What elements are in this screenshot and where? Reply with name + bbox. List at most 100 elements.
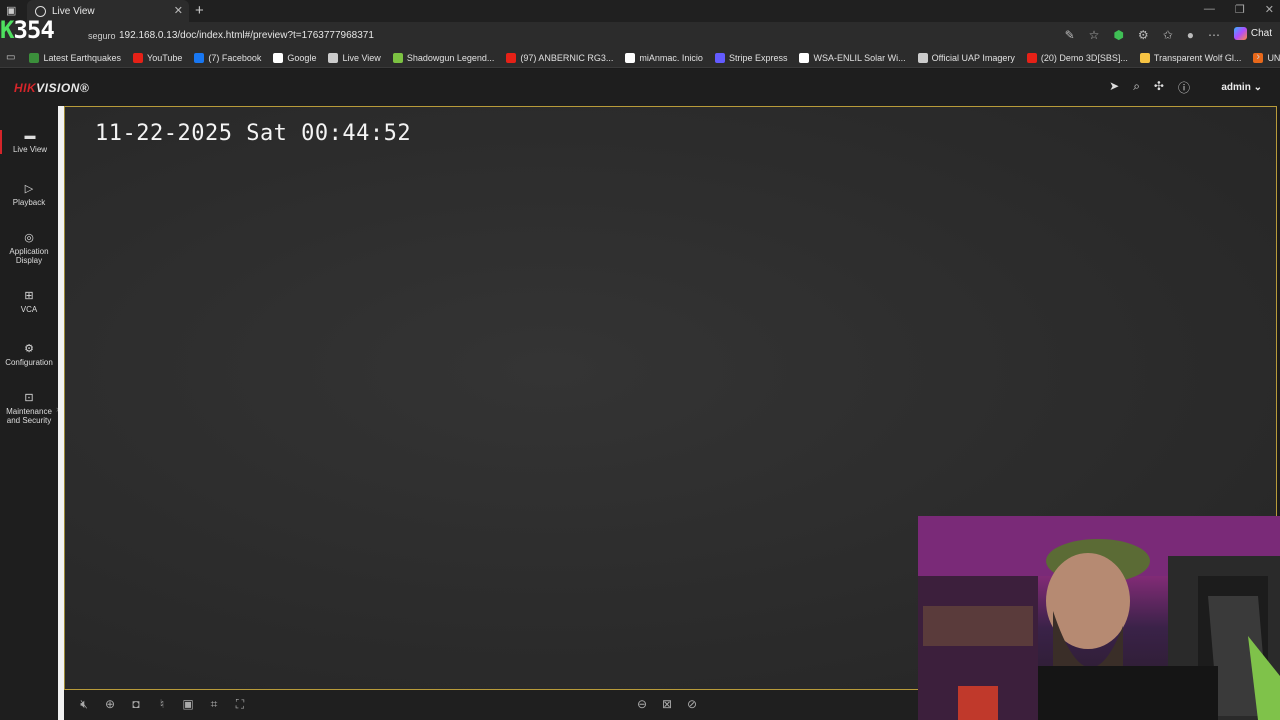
bookmark-label: Official UAP Imagery <box>931 52 1015 63</box>
video-toolbar-center: ⊖ ⊠ ⊘ <box>636 697 698 711</box>
minimize-icon[interactable]: — <box>1204 3 1215 16</box>
bookmark-label: Stripe Express <box>728 52 788 63</box>
bookmark-item[interactable]: Shadowgun Legend... <box>392 52 495 63</box>
nav-item-maintenance-security[interactable]: ⊡ Maintenance and Security <box>0 392 58 425</box>
user-menu[interactable]: admin ⌄ <box>1221 82 1262 93</box>
bookmark-favicon-icon <box>392 52 403 63</box>
streamer-webcam-overlay <box>918 516 1280 720</box>
bookmark-label: YouTube <box>147 52 183 63</box>
nav-item-vca[interactable]: ⊞ VCA <box>0 290 58 314</box>
bookmarks-overflow-icon[interactable]: › <box>1256 51 1260 63</box>
previous-icon[interactable]: ⊖ <box>636 697 648 711</box>
bookmark-label: miAnmac. Inicio <box>639 52 703 63</box>
nav-item-playback[interactable]: ▷ Playback <box>0 183 58 207</box>
stream-counter-overlay: K354 <box>0 16 55 44</box>
send-icon[interactable]: ➤ <box>1109 79 1119 96</box>
chat-label: Chat <box>1250 28 1272 39</box>
tab-favicon-icon <box>35 5 46 17</box>
webcam-image <box>918 516 1280 720</box>
bookmark-favicon-icon <box>625 52 636 63</box>
bookmarks-bar: ▭ Latest Earthquakes YouTube (7) Facebook G… <box>0 48 1280 68</box>
bookmark-item[interactable]: (20) Demo 3D[SBS]... <box>1026 52 1128 63</box>
extensions-icon[interactable]: ⚙ <box>1138 28 1149 42</box>
record-icon[interactable]: ▣ <box>182 697 194 712</box>
bookmark-item[interactable]: Official UAP Imagery <box>917 52 1015 63</box>
bookmark-label: UNIVERSO RETRO... <box>1267 52 1280 63</box>
nav-item-live-view[interactable]: ▬ Live View <box>0 130 58 154</box>
nav-label: Maintenance and Security <box>6 407 52 425</box>
stream-counter-value: 354 <box>13 16 54 44</box>
bookmark-favicon-icon <box>133 52 144 63</box>
bookmark-item[interactable]: Transparent Wolf Gl... <box>1139 52 1242 63</box>
bookmark-item[interactable]: Latest Earthquakes <box>29 52 121 63</box>
info-icon[interactable]: ⓘ <box>1178 79 1190 96</box>
nav-item-configuration[interactable]: ⚙ Configuration <box>0 343 58 367</box>
logo-hik: HIK <box>14 81 37 95</box>
playback-icon: ▷ <box>24 183 34 195</box>
favorites-icon[interactable]: ✩ <box>1163 28 1173 42</box>
vca-icon: ⊞ <box>24 290 34 302</box>
favorite-star-icon[interactable]: ☆ <box>1089 28 1100 42</box>
header-tools: ➤ ⌕ ✣ ⓘ <box>1109 79 1190 96</box>
url-field[interactable]: 192.168.0.13/doc/index.html#/preview?t=1… <box>119 30 374 41</box>
bookmark-favicon-icon <box>917 52 928 63</box>
bookmark-item[interactable]: Stripe Express <box>714 52 788 63</box>
nav-label: Playback <box>12 198 46 207</box>
bookmark-label: Shadowgun Legend... <box>406 52 495 63</box>
new-tab-icon[interactable]: + <box>195 2 204 19</box>
bookmark-favicon-icon <box>714 52 725 63</box>
bookmark-favicon-icon <box>29 52 40 63</box>
focus-icon[interactable]: ⌗ <box>208 697 220 712</box>
logo-reg: ® <box>79 81 90 95</box>
live-view-icon: ▬ <box>24 130 36 142</box>
bookmark-label: (20) Demo 3D[SBS]... <box>1040 52 1128 63</box>
capture-icon[interactable]: ◘ <box>130 697 142 712</box>
bookmark-item[interactable]: (7) Facebook <box>194 52 262 63</box>
app-header: HIKVISION® ➤ ⌕ ✣ ⓘ admin ⌄ <box>0 69 1280 106</box>
nav-label: Live View <box>12 145 48 154</box>
application-display-icon: ◎ <box>24 232 34 244</box>
microphone-icon[interactable]: ♮ <box>156 697 168 712</box>
zoom-icon[interactable]: ⊕ <box>104 697 116 712</box>
bookmark-item[interactable]: miAnmac. Inicio <box>625 52 703 63</box>
window-controls: — ❐ ✕ <box>1204 3 1274 16</box>
tab-title: Live View <box>52 5 95 17</box>
more-menu-icon[interactable]: ⋯ <box>1208 28 1220 42</box>
close-window-icon[interactable]: ✕ <box>1265 3 1274 16</box>
bookmark-item[interactable]: (97) ANBERNIC RG3... <box>506 52 614 63</box>
area-icon[interactable]: ⛶ <box>234 697 246 712</box>
edit-icon[interactable]: ✎ <box>1065 28 1075 42</box>
tab-close-icon[interactable]: ✕ <box>174 4 183 17</box>
bookmark-label: Google <box>287 52 317 63</box>
bookmark-label: Live View <box>342 52 381 63</box>
search-icon[interactable]: ⌕ <box>1133 79 1140 96</box>
osd-timestamp: 11-22-2025 Sat 00:44:52 <box>95 121 412 146</box>
bookmarks-menu-icon[interactable]: ▭ <box>6 52 15 63</box>
bookmark-favicon-icon <box>1026 52 1037 63</box>
layout-icon[interactable]: ⊠ <box>661 697 673 711</box>
bookmark-label: WSA-ENLIL Solar Wi... <box>813 52 906 63</box>
restore-icon[interactable]: ❐ <box>1235 3 1245 16</box>
bookmark-favicon-icon <box>328 52 339 63</box>
bookmark-item[interactable]: YouTube <box>133 52 183 63</box>
user-name: admin <box>1221 82 1251 93</box>
bookmark-label: Transparent Wolf Gl... <box>1153 52 1242 63</box>
mute-icon[interactable]: 🔇︎ <box>78 697 90 712</box>
shield-extension-icon[interactable]: ⬢ <box>1113 28 1123 42</box>
bookmark-item[interactable]: WSA-ENLIL Solar Wi... <box>799 52 906 63</box>
next-icon[interactable]: ⊘ <box>686 697 698 711</box>
browser-tab-bar: ▣ Live View ✕ + — ❐ ✕ <box>0 0 1280 22</box>
copilot-chat-button[interactable]: Chat <box>1233 27 1272 40</box>
bookmark-favicon-icon <box>506 52 517 63</box>
stream-counter-prefix: K <box>0 16 14 44</box>
bookmark-item[interactable]: Google <box>273 52 317 63</box>
bookmark-favicon-icon <box>1139 52 1150 63</box>
bookmark-label: (7) Facebook <box>208 52 262 63</box>
puzzle-icon[interactable]: ✣ <box>1154 79 1164 96</box>
bookmark-label: (97) ANBERNIC RG3... <box>520 52 614 63</box>
insecure-label[interactable]: seguro <box>88 31 116 41</box>
bookmark-item[interactable]: Live View <box>328 52 381 63</box>
profile-icon[interactable]: ● <box>1187 28 1194 42</box>
nav-item-application-display[interactable]: ◎ Application Display <box>0 232 58 265</box>
video-toolbar-left: 🔇︎ ⊕ ◘ ♮ ▣ ⌗ ⛶ <box>78 697 246 712</box>
